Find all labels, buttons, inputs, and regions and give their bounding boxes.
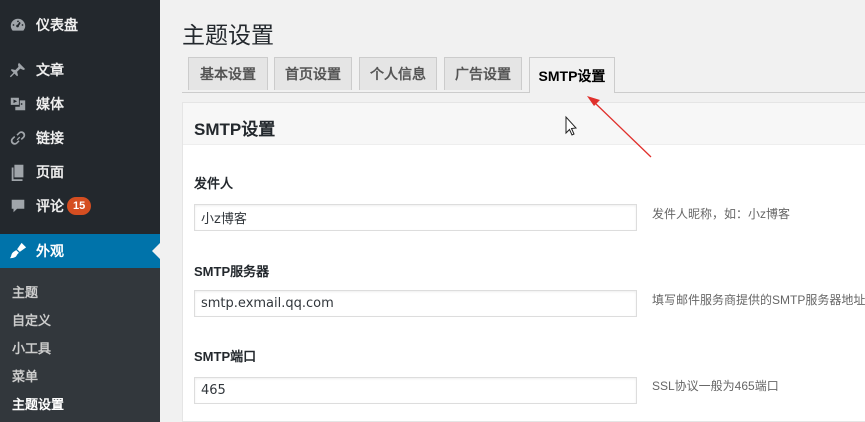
sender-input[interactable] — [194, 204, 637, 231]
sender-description: 发件人昵称，如：小z博客 — [652, 207, 791, 221]
smtp-port-input[interactable] — [194, 377, 637, 404]
tab-smtp-settings[interactable]: SMTP设置 — [529, 57, 615, 93]
comment-icon — [0, 197, 36, 215]
link-icon — [0, 129, 36, 147]
submenu-item-themes[interactable]: 主题 — [12, 282, 38, 301]
panel-title: SMTP设置 — [194, 120, 276, 139]
smtp-port-description: SSL协议一般为465端口 — [652, 379, 779, 393]
sidebar-item-dashboard[interactable]: 仪表盘 — [0, 8, 160, 42]
sidebar-item-label: 仪表盘 — [36, 17, 78, 33]
tab-basic-settings[interactable]: 基本设置 — [188, 57, 268, 90]
media-icon — [0, 95, 36, 113]
pin-icon — [0, 61, 36, 79]
sidebar-item-appearance[interactable]: 外观 — [0, 234, 160, 268]
sidebar-item-label: 链接 — [36, 130, 64, 146]
tab-personal-info[interactable]: 个人信息 — [359, 57, 437, 90]
sidebar-item-posts[interactable]: 文章 — [0, 53, 160, 87]
submenu-item-menus[interactable]: 菜单 — [12, 366, 38, 385]
sender-label: 发件人 — [194, 176, 234, 191]
smtp-server-description: 填写邮件服务商提供的SMTP服务器地址 — [652, 293, 865, 307]
sidebar-item-links[interactable]: 链接 — [0, 121, 160, 155]
tab-home-settings[interactable]: 首页设置 — [274, 57, 352, 90]
sidebar-item-label: 外观 — [36, 243, 64, 259]
current-menu-arrow — [152, 243, 160, 259]
comment-count-badge: 15 — [67, 197, 92, 215]
sidebar-item-pages[interactable]: 页面 — [0, 155, 160, 189]
appearance-submenu: 主题 自定义 小工具 菜单 主题设置 — [0, 268, 160, 422]
tab-bar-underline — [182, 92, 865, 93]
smtp-port-label: SMTP端口 — [194, 349, 257, 364]
panel-header: SMTP设置 — [183, 103, 865, 145]
sidebar-item-comments[interactable]: 评论 15 — [0, 189, 160, 223]
sidebar-item-label: 文章 — [36, 62, 64, 78]
smtp-server-label: SMTP服务器 — [194, 264, 270, 279]
smtp-settings-panel: SMTP设置 发件人 发件人昵称，如：小z博客 SMTP服务器 填写邮件服务商提… — [182, 102, 865, 422]
page-title: 主题设置 — [182, 22, 274, 48]
sidebar-item-media[interactable]: 媒体 — [0, 87, 160, 121]
dashboard-icon — [0, 16, 36, 34]
submenu-item-theme-settings[interactable]: 主题设置 — [12, 394, 64, 413]
smtp-server-input[interactable] — [194, 290, 637, 317]
page-icon — [0, 163, 36, 181]
sidebar-item-label: 页面 — [36, 164, 64, 180]
submenu-item-widgets[interactable]: 小工具 — [12, 338, 51, 357]
tab-ad-settings[interactable]: 广告设置 — [444, 57, 522, 90]
sidebar-item-label: 评论 — [36, 198, 64, 214]
admin-sidebar: 仪表盘 文章 媒体 链接 页面 评论 15 外观 主题 自定义 小工具 菜单 主… — [0, 0, 160, 422]
sidebar-item-label: 媒体 — [36, 96, 64, 112]
submenu-item-customize[interactable]: 自定义 — [12, 310, 51, 329]
brush-icon — [0, 242, 36, 260]
